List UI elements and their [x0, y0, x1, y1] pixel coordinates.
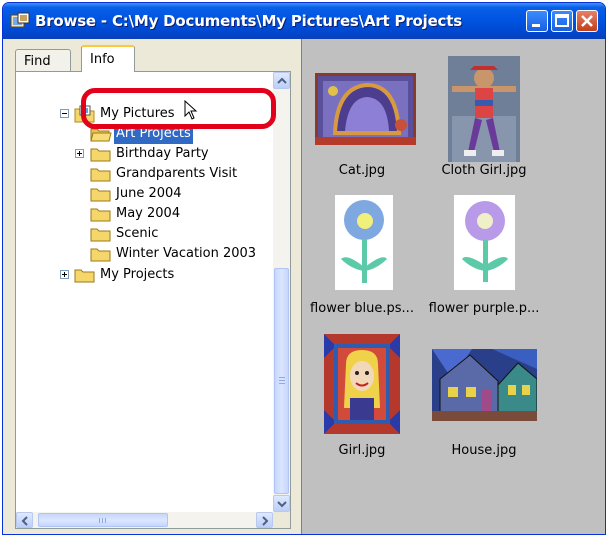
browse-window: Browse - C:\My Documents\My Pictures\Art… [2, 2, 606, 535]
tab-find[interactable]: Find [15, 49, 71, 72]
purple-flower-image [454, 195, 515, 290]
minimize-button[interactable] [526, 10, 548, 32]
folder-icon [90, 188, 111, 202]
thumbnail-house[interactable]: House.jpg [424, 331, 544, 471]
minimize-icon [532, 24, 540, 27]
scroll-left-button[interactable] [16, 512, 33, 528]
folder-tree-panel: My Pictures Art Projects Birthday Party [15, 71, 291, 529]
collapse-icon[interactable] [60, 109, 69, 118]
tree-label-grandparents-visit: Grandparents Visit [116, 166, 238, 181]
girl-portrait-image [324, 334, 400, 434]
chevron-left-icon [21, 516, 28, 526]
folder-icon [74, 269, 95, 283]
window-title: Browse - C:\My Documents\My Pictures\Art… [35, 12, 462, 30]
folder-icon [90, 168, 111, 182]
thumbnail-caption: Cloth Girl.jpg [441, 163, 527, 178]
thumbnail-flower-blue[interactable]: flower blue.ps... [302, 191, 422, 321]
maximize-icon [555, 14, 569, 27]
cat-painting-image [315, 73, 416, 145]
vertical-scroll-thumb[interactable] [274, 268, 289, 494]
chevron-up-icon [277, 77, 287, 84]
title-bar[interactable]: Browse - C:\My Documents\My Pictures\Art… [3, 3, 605, 39]
house-painting-image [432, 349, 537, 421]
expand-icon[interactable] [75, 149, 84, 158]
blue-flower-image [335, 195, 393, 290]
tab-info[interactable]: Info [81, 45, 135, 72]
tree-label-may-2004: May 2004 [116, 206, 181, 221]
tree-vertical-scrollbar[interactable] [273, 72, 290, 512]
scrollbar-corner [273, 512, 290, 528]
folder-icon [90, 148, 111, 162]
tree-label-winter-vacation-2003: Winter Vacation 2003 [116, 246, 257, 261]
thumbnail-caption: Cat.jpg [338, 163, 386, 178]
mouse-cursor-icon [184, 100, 198, 120]
scroll-down-button[interactable] [273, 495, 290, 512]
folder-icon [90, 208, 111, 222]
chevron-down-icon [277, 501, 287, 508]
tree-label-scenic: Scenic [116, 226, 159, 241]
folder-icon [90, 248, 111, 262]
annotation-highlight-ring [81, 88, 276, 129]
tree-node-my-projects[interactable]: My Projects [60, 265, 260, 285]
thumbnail-flower-purple[interactable]: flower purple.p... [424, 191, 544, 321]
folder-tree[interactable]: My Pictures Art Projects Birthday Party [16, 72, 273, 512]
app-icon [10, 12, 30, 28]
tree-label-birthday-party: Birthday Party [116, 146, 209, 161]
close-icon [581, 15, 593, 27]
thumbnail-caption: flower blue.ps... [310, 301, 414, 316]
tree-label-june-2004: June 2004 [116, 186, 182, 201]
scroll-right-button[interactable] [256, 512, 273, 528]
thumbnail-caption: flower purple.p... [428, 301, 540, 316]
thumbnail-caption: House.jpg [451, 443, 517, 458]
thumbnail-pane[interactable]: Cat.jpg Cloth Girl.jpg flower blue.ps...… [301, 39, 605, 534]
thumbnail-caption: Girl.jpg [338, 443, 386, 458]
tree-horizontal-scrollbar[interactable] [16, 512, 273, 528]
close-button[interactable] [576, 10, 598, 32]
maximize-button[interactable] [551, 10, 573, 32]
expand-icon[interactable] [60, 270, 69, 279]
chevron-right-icon [262, 516, 269, 526]
horizontal-scroll-thumb[interactable] [38, 513, 168, 527]
cloth-girl-image [448, 56, 520, 162]
thumbnail-girl[interactable]: Girl.jpg [302, 331, 422, 471]
scroll-up-button[interactable] [273, 72, 290, 89]
folder-icon [90, 228, 111, 242]
tree-label-my-projects: My Projects [100, 267, 175, 282]
